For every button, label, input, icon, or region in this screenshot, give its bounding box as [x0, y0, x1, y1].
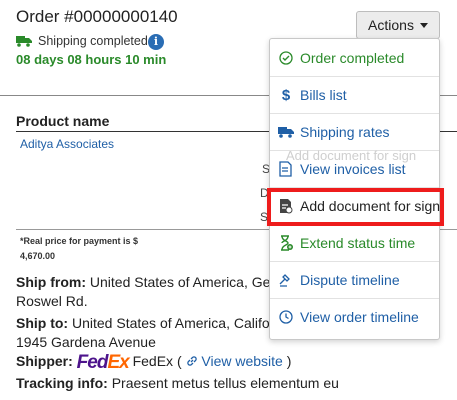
caret-down-icon — [419, 22, 428, 28]
shipper: Shipper: FedEx FedEx ( View website ) — [16, 352, 291, 374]
shipping-status: Shipping completed — [16, 34, 148, 48]
link-icon — [186, 356, 197, 366]
product-name-header: Product name — [16, 113, 110, 129]
menu-item-dispute-timeline[interactable]: Dispute timeline — [270, 262, 439, 298]
gavel-icon — [278, 272, 294, 288]
menu-item-order-completed[interactable]: Order completed — [270, 40, 439, 76]
menu-item-shipping-rates[interactable]: Shipping rates — [270, 114, 439, 150]
check-circle-icon — [278, 50, 294, 66]
ship-to-line2: 1945 Gardena Avenue — [16, 334, 156, 350]
invoice-icon — [278, 161, 294, 177]
menu-item-bills-list[interactable]: $ Bills list — [270, 77, 439, 113]
ship-from: Ship from: United States of America, Ge — [16, 274, 270, 290]
vendor-link[interactable]: Aditya Associates — [20, 137, 114, 151]
fedex-logo: FedEx — [76, 352, 130, 373]
ship-from-label: Ship from: — [16, 274, 86, 290]
highlight-box — [267, 188, 444, 226]
ship-to-label: Ship to: — [16, 315, 69, 331]
menu-item-view-order-timeline[interactable]: View order timeline — [270, 299, 439, 335]
truck-icon — [278, 124, 294, 140]
shipper-name: FedEx ( — [132, 353, 182, 369]
status-countdown: 08 days 08 hours 10 min — [16, 52, 167, 67]
shipper-label: Shipper: — [16, 353, 73, 369]
shipping-status-text: Shipping completed — [38, 34, 148, 48]
ship-from-value: United States of America, Ge — [89, 274, 271, 290]
tracking-label: Tracking info: — [16, 375, 108, 391]
hourglass-plus-icon — [278, 235, 294, 251]
view-website-link[interactable]: View website — [186, 353, 287, 369]
dollar-icon: $ — [281, 86, 291, 104]
actions-button[interactable]: Actions — [356, 11, 440, 39]
info-icon[interactable]: i — [148, 34, 164, 50]
tracking-info: Tracking info: Praesent metus tellus ele… — [16, 375, 339, 391]
shipper-close: ) — [286, 353, 292, 369]
tracking-value: Praesent metus tellus elementum eu — [111, 375, 339, 391]
actions-button-label: Actions — [368, 17, 414, 33]
ship-to: Ship to: United States of America, Calif… — [16, 315, 274, 331]
price-value: 4,670.00 — [20, 251, 56, 261]
clock-icon — [278, 309, 294, 325]
menu-item-extend-status-time[interactable]: Extend status time — [270, 225, 439, 261]
ship-from-line2: Roswel Rd. — [16, 293, 88, 309]
drag-ghost-text: Add document for sign — [286, 148, 417, 163]
ship-to-value: United States of America, Califor — [72, 315, 275, 331]
order-title: Order #00000000140 — [16, 7, 178, 26]
price-note: *Real price for payment is $ — [20, 236, 139, 246]
truck-icon — [16, 35, 32, 47]
